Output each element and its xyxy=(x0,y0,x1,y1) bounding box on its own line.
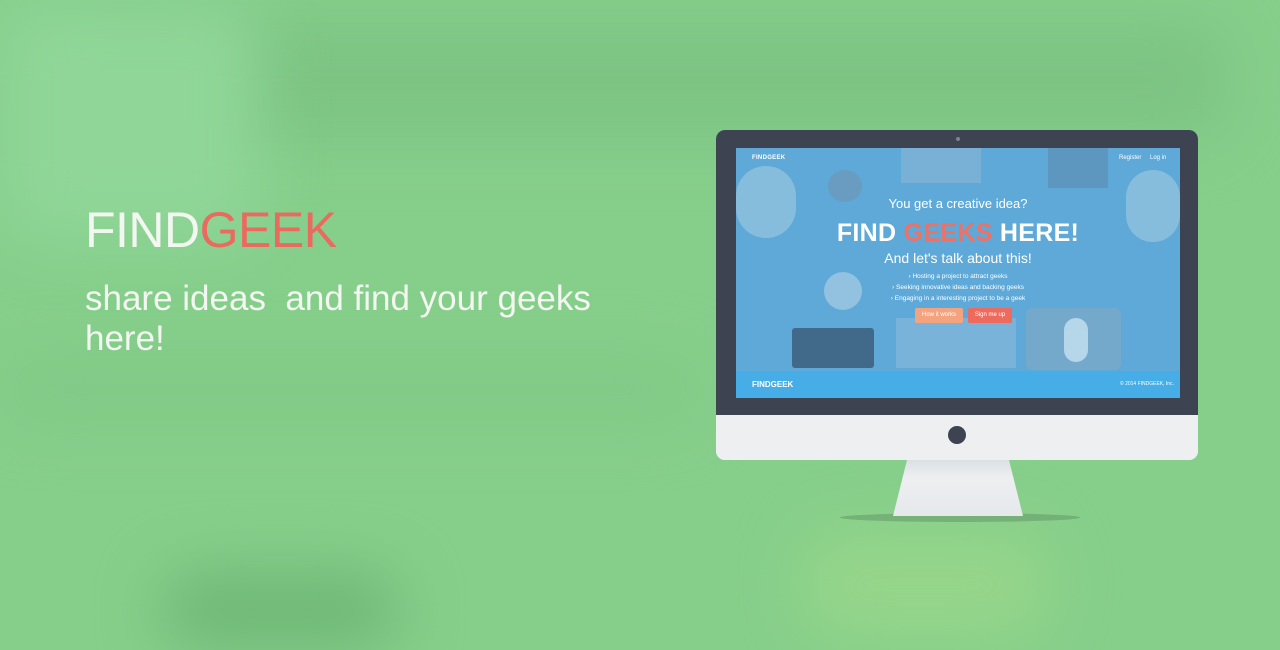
monitor-screen: FINDGEEK Register Log in You get a creat… xyxy=(736,148,1180,398)
list-item: › Engaging in a interesting project to b… xyxy=(890,295,1026,302)
footer-brand: FINDGEEK xyxy=(752,380,794,389)
hero-title: FINDGEEK xyxy=(85,200,337,260)
screen-brand[interactable]: FINDGEEK xyxy=(752,155,785,161)
register-link[interactable]: Register xyxy=(1119,155,1141,161)
hero-subtitle: share ideas and find your geeks here! xyxy=(85,279,601,358)
screen-headline: FIND GEEKS HERE! xyxy=(736,219,1180,248)
how-it-works-button[interactable]: How it works xyxy=(915,308,963,323)
screen-talk: And let's talk about this! xyxy=(884,250,1032,266)
screen-footer: FINDGEEK © 2014 FINDGEEK, Inc. xyxy=(736,371,1180,398)
list-item: › Hosting a project to attract geeks xyxy=(908,273,1008,280)
hero-title-part1: FIND xyxy=(85,202,200,258)
headline-part1: FIND xyxy=(836,219,904,247)
headline-part3: HERE! xyxy=(992,219,1080,247)
sign-me-up-button[interactable]: Sign me up xyxy=(968,308,1012,323)
login-link[interactable]: Log in xyxy=(1150,155,1166,161)
list-item: › Seeking innovative ideas and backing g… xyxy=(892,284,1024,291)
apple-logo-icon xyxy=(948,426,966,444)
hero-title-part2: GEEK xyxy=(199,202,337,258)
screen-question: You get a creative idea? xyxy=(888,196,1028,211)
desk-mouse xyxy=(1064,318,1088,362)
background-blur xyxy=(0,360,700,420)
screen-navbar: FINDGEEK Register Log in xyxy=(736,148,1180,168)
background-blur xyxy=(160,570,400,650)
background-blur xyxy=(800,530,1050,640)
desk-tablet xyxy=(792,328,874,368)
feature-list: › Hosting a project to attract geeks › S… xyxy=(736,271,1180,304)
footer-copyright: © 2014 FINDGEEK, Inc. xyxy=(1120,381,1174,387)
camera-icon xyxy=(956,137,960,141)
desk-keyboard-bottom xyxy=(896,318,1016,368)
headline-part2: GEEKS xyxy=(903,219,993,247)
monitor-stand xyxy=(893,460,1023,516)
